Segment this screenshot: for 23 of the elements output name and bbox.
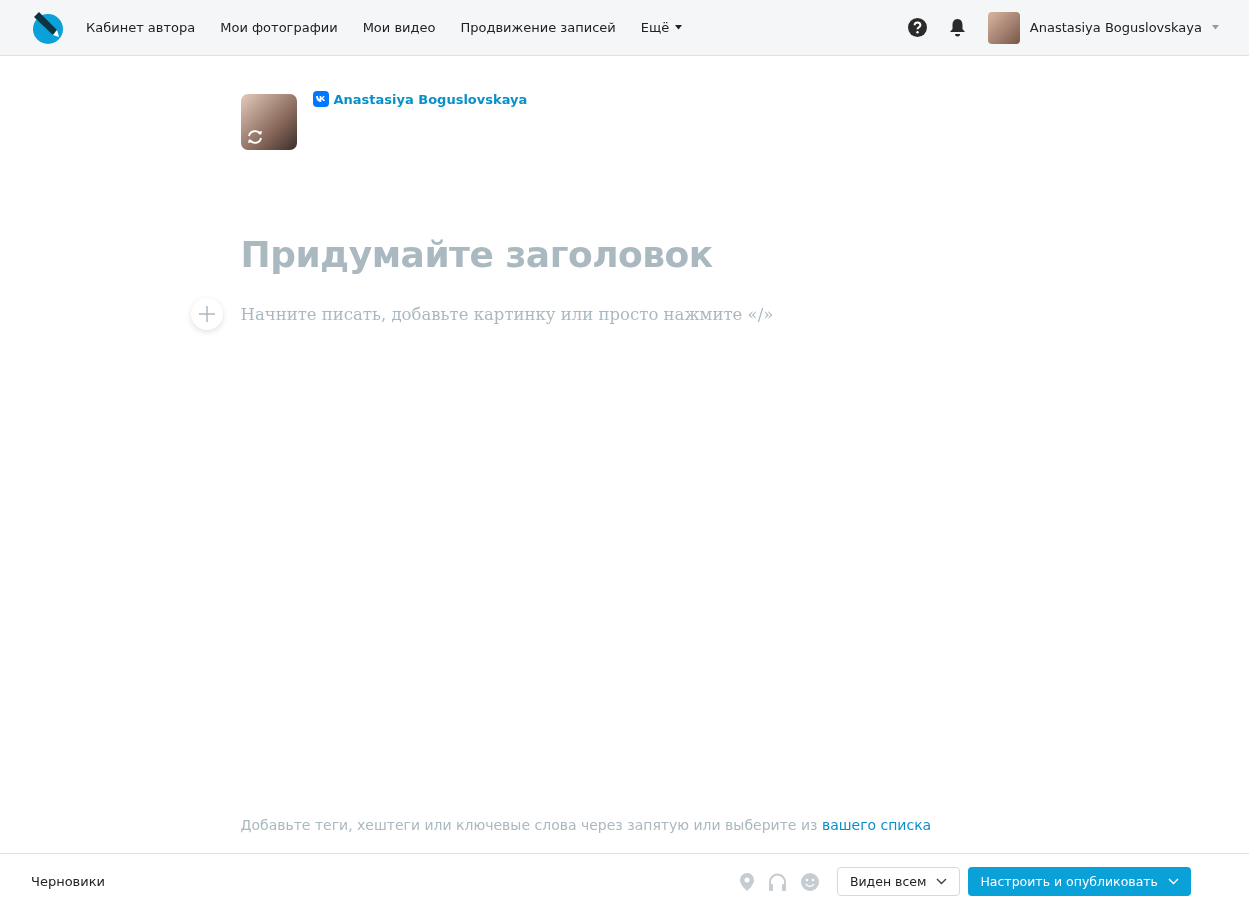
logo-icon[interactable] <box>30 10 64 45</box>
author-link[interactable]: Anastasiya Boguslovskaya <box>333 91 528 107</box>
help-icon[interactable] <box>907 18 927 37</box>
bell-icon[interactable] <box>948 18 966 37</box>
caret-icon <box>1212 25 1219 30</box>
vk-icon <box>312 91 329 107</box>
plus-icon <box>198 306 215 322</box>
user-name[interactable]: Anastasiya Boguslovskaya <box>1029 20 1202 35</box>
chevron-icon <box>1168 878 1179 885</box>
avatar-photo[interactable] <box>987 11 1020 44</box>
visibility-dropdown[interactable]: Виден всем <box>836 867 961 896</box>
caret-icon <box>675 25 683 30</box>
chevron-icon <box>936 878 948 885</box>
tags-input[interactable]: Добавьте теги, хештеги или ключевые слова через запятую или выберите из вашего списка <box>240 817 1009 833</box>
refresh-icon[interactable] <box>245 129 264 145</box>
nav-link[interactable]: Продвижение записей <box>460 20 616 35</box>
tag-list-link[interactable]: вашего списка <box>821 817 932 833</box>
more-menu[interactable]: Ещё <box>640 20 683 35</box>
author-photo[interactable] <box>240 94 297 150</box>
drafts-link[interactable]: Черновики <box>31 874 106 889</box>
nav-link[interactable]: Мои видео <box>362 20 436 35</box>
nav-link[interactable]: Кабинет автора <box>86 20 196 35</box>
nav-link[interactable]: Мои фотографии <box>220 20 338 35</box>
